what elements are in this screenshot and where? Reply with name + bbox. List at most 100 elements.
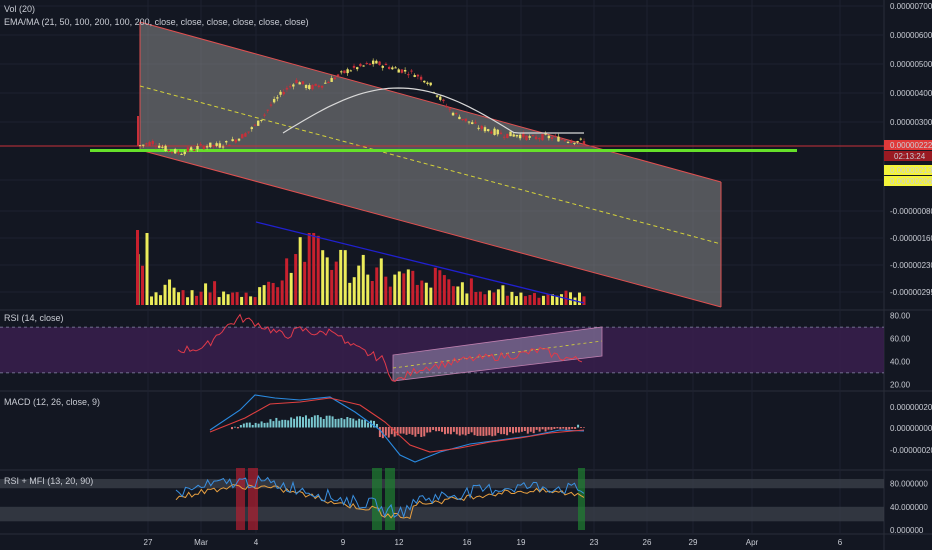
volume-bar — [339, 249, 343, 305]
candle-body — [544, 133, 547, 135]
volume-bar — [528, 295, 532, 305]
macd-histogram-bar — [455, 427, 458, 435]
volume-bar — [442, 275, 446, 305]
rsi-indicator-label[interactable]: RSI (14, close) — [4, 313, 64, 323]
time-axis-tick: Apr — [746, 538, 759, 547]
macd-histogram-bar — [446, 427, 449, 434]
volume-bar — [352, 277, 356, 305]
macd-histogram-bar — [364, 419, 367, 428]
macd-histogram-bar — [260, 421, 263, 428]
candle-body — [474, 122, 477, 124]
candle-body — [311, 85, 314, 90]
countdown-tag-label: 02:13:24 — [894, 152, 926, 161]
macd-histogram-bar — [420, 427, 423, 437]
candle-body — [531, 135, 535, 137]
macd-histogram-bar — [559, 427, 562, 430]
volume-bar — [289, 272, 293, 305]
price-axis-tick: 0.00000600 — [890, 31, 932, 40]
macd-histogram-bar — [476, 427, 479, 436]
candle-body — [502, 136, 506, 138]
volume-bar — [181, 290, 185, 305]
volume-bar — [514, 296, 518, 305]
candle-body — [247, 131, 250, 133]
macd-histogram-bar — [500, 427, 503, 435]
candle-body — [250, 127, 253, 130]
candle-body — [301, 81, 305, 85]
macd-indicator-label[interactable]: MACD (12, 26, close, 9) — [4, 397, 100, 407]
candle-body — [554, 135, 557, 137]
volume-bar — [348, 282, 352, 305]
macd-histogram-bar — [284, 419, 287, 428]
candle-body — [352, 65, 356, 68]
volume-bar — [519, 292, 523, 305]
candle-body — [164, 145, 167, 152]
macd-histogram-bar — [526, 427, 529, 434]
candle-body — [419, 76, 423, 80]
candle-body — [177, 151, 180, 154]
candle-body — [308, 85, 311, 90]
candle-body — [288, 86, 292, 88]
macd-histogram-bar — [405, 427, 408, 435]
vol-indicator-label[interactable]: Vol (20) — [4, 4, 35, 14]
macd-histogram-bar — [529, 427, 532, 432]
candle-body — [234, 139, 238, 143]
candle-body — [566, 141, 570, 143]
macd-histogram-bar — [287, 420, 290, 428]
time-axis-tick: 16 — [463, 538, 472, 547]
candle-body — [550, 137, 554, 139]
candle-body — [141, 144, 145, 146]
candle-body — [154, 145, 158, 147]
candle-body — [202, 145, 206, 150]
macd-histogram-bar — [506, 427, 509, 436]
candle-body — [455, 112, 458, 114]
price-axis-tick: -0.00000295 — [890, 288, 932, 297]
macd-histogram-bar — [438, 427, 441, 432]
candle-body — [445, 105, 448, 108]
macd-histogram-bar — [334, 419, 337, 428]
candle-body — [416, 74, 420, 77]
macd-histogram-bar — [494, 427, 497, 436]
volume-bar — [163, 284, 167, 305]
volume-bar — [222, 291, 226, 305]
candle-body — [579, 138, 583, 140]
rsi-mfi-indicator-label[interactable]: RSI + MFI (13, 20, 90) — [4, 476, 93, 486]
candle-body — [557, 136, 560, 142]
macd-histogram-bar — [464, 427, 467, 436]
macd-histogram-bar — [470, 427, 473, 433]
volume-bar — [276, 287, 280, 305]
candle-body — [314, 83, 317, 86]
candle-body — [241, 134, 244, 139]
price-axis-tick: -0.00000160 — [890, 234, 932, 243]
macd-histogram-bar — [293, 418, 296, 428]
chart-canvas[interactable]: 0.00000700 0.00000600 0.00000500 0.00000400… — [0, 0, 932, 550]
macd-histogram-bar — [358, 418, 361, 428]
candle-body — [362, 65, 365, 67]
volume-bar — [510, 291, 514, 305]
candle-body — [515, 134, 519, 137]
candle-body — [333, 77, 337, 80]
time-axis-tick: 9 — [341, 538, 346, 547]
rsi-axis-tick: 20.00 — [890, 380, 911, 389]
macd-histogram-bar — [346, 417, 349, 428]
macd-histogram-bar — [517, 427, 520, 433]
candle-body — [212, 145, 215, 147]
volume-bar — [438, 270, 442, 305]
rsi-axis-tick: 60.00 — [890, 335, 911, 344]
candle-body — [282, 91, 285, 95]
volume-bar — [496, 289, 500, 305]
macd-histogram-bar — [411, 427, 414, 435]
macd-histogram-bar — [485, 427, 488, 436]
candle-body — [458, 116, 461, 120]
candle-body — [161, 146, 164, 148]
candle-body — [266, 109, 269, 111]
macd-histogram-bar — [325, 415, 328, 428]
ema-indicator-label[interactable]: EMA/MA (21, 50, 100, 200, 100, 200, clos… — [4, 17, 309, 27]
macd-histogram-bar — [278, 420, 281, 428]
volume-bar — [235, 292, 239, 305]
candle-body — [256, 120, 260, 126]
time-axis-tick: 6 — [838, 538, 843, 547]
macd-histogram-bar — [301, 417, 304, 428]
volume-bar — [366, 274, 370, 305]
candle-body — [451, 112, 455, 116]
volume-bar — [321, 250, 325, 305]
